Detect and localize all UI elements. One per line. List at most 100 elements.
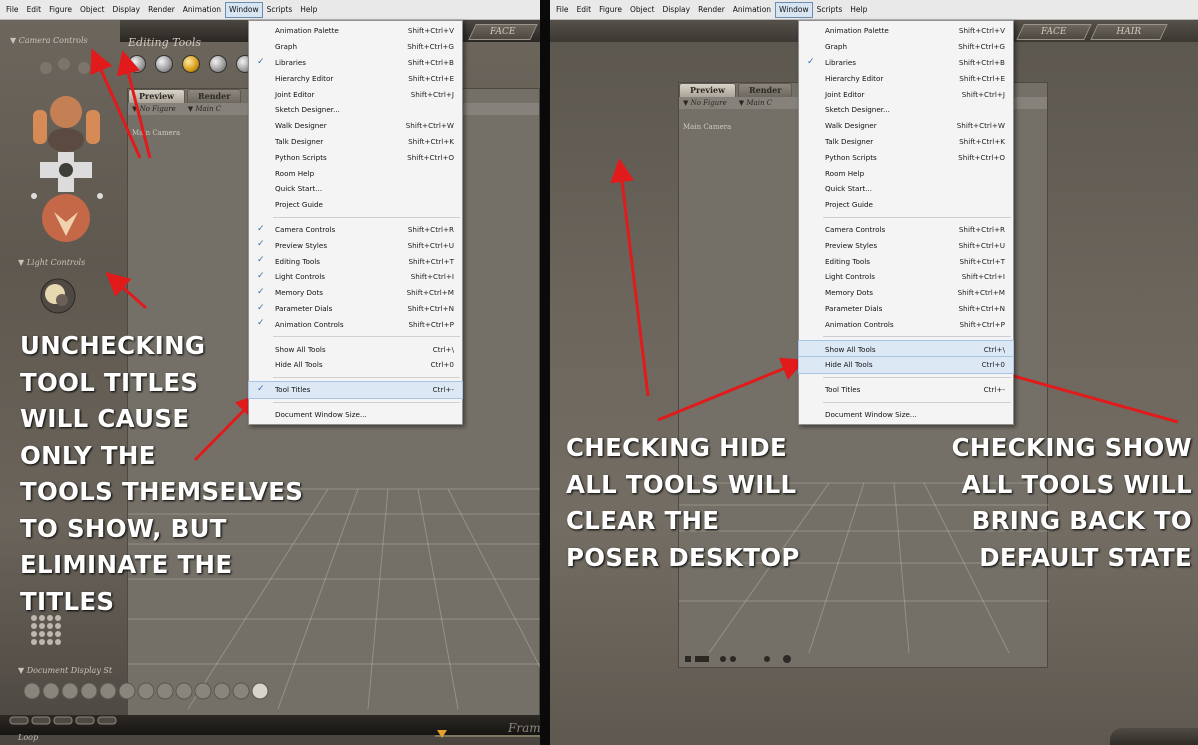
menu-object[interactable]: Object — [626, 0, 658, 20]
menu-edit[interactable]: Edit — [23, 0, 46, 20]
menu-item-hide-all-tools[interactable]: Hide All Tools Ctrl+0 — [249, 357, 462, 373]
menu-render[interactable]: Render — [144, 0, 179, 20]
menu-item-hide-all-tools[interactable]: Hide All Tools Ctrl+0 — [798, 355, 1014, 374]
menu-separator — [273, 401, 460, 403]
menu-edit[interactable]: Edit — [573, 0, 596, 20]
menu-display[interactable]: Display — [658, 0, 694, 20]
menu-figure[interactable]: Figure — [45, 0, 76, 20]
menu-separator — [823, 376, 1011, 378]
menu-item-shortcut: Shift+Ctrl+J — [961, 89, 1005, 99]
menu-item-shortcut: Shift+Ctrl+U — [958, 240, 1005, 250]
menu-item-shortcut: Ctrl+0 — [981, 360, 1005, 370]
menu-item-label: Room Help — [275, 168, 315, 178]
checkmark-icon: ✓ — [257, 383, 265, 394]
menu-item-shortcut: Shift+Ctrl+W — [405, 121, 454, 131]
menu-item-label: Hierarchy Editor — [825, 73, 884, 83]
menu-animation[interactable]: Animation — [179, 0, 225, 20]
menu-item-label: Talk Designer — [825, 136, 874, 146]
menu-item-libraries[interactable]: ✓ Libraries Shift+Ctrl+B — [799, 55, 1013, 71]
menu-item-sketch-designer[interactable]: Sketch Designer... — [799, 102, 1013, 118]
menu-scripts[interactable]: Scripts — [263, 0, 297, 20]
menu-item-label: Joint Editor — [275, 89, 315, 99]
menubar: File Edit Figure Object Display Render Animati… — [0, 0, 540, 20]
checkmark-icon: ✓ — [257, 255, 265, 266]
menu-item-show-all-tools[interactable]: Show All Tools Ctrl+\ — [249, 341, 462, 357]
menu-item-label: Preview Styles — [825, 240, 878, 250]
menu-item-camera-controls[interactable]: Camera Controls Shift+Ctrl+R — [799, 222, 1013, 238]
menu-file[interactable]: File — [2, 0, 23, 20]
menu-item-walk-designer[interactable]: Walk Designer Shift+Ctrl+W — [799, 118, 1013, 134]
menu-item-sketch-designer[interactable]: Sketch Designer... — [249, 102, 462, 118]
corner-control[interactable] — [1110, 728, 1198, 745]
menu-item-editing-tools[interactable]: ✓ Editing Tools Shift+Ctrl+T — [249, 253, 462, 269]
menu-item-python-scripts[interactable]: Python Scripts Shift+Ctrl+O — [249, 149, 462, 165]
menu-item-label: Camera Controls — [275, 224, 336, 234]
menu-figure[interactable]: Figure — [595, 0, 626, 20]
menu-item-shortcut: Shift+Ctrl+K — [959, 136, 1005, 146]
menu-help[interactable]: Help — [296, 0, 321, 20]
menu-item-shortcut: Shift+Ctrl+O — [407, 152, 454, 162]
menu-item-libraries[interactable]: ✓ Libraries Shift+Ctrl+B — [249, 55, 462, 71]
menu-item-label: Editing Tools — [275, 256, 321, 266]
menu-file[interactable]: File — [552, 0, 573, 20]
menu-item-graph[interactable]: Graph Shift+Ctrl+G — [799, 39, 1013, 55]
menu-item-label: Show All Tools — [825, 344, 876, 354]
menu-help[interactable]: Help — [846, 0, 871, 20]
menu-item-preview-styles[interactable]: Preview Styles Shift+Ctrl+U — [799, 237, 1013, 253]
menu-item-shortcut: Shift+Ctrl+K — [408, 136, 454, 146]
menu-item-talk-designer[interactable]: Talk Designer Shift+Ctrl+K — [799, 134, 1013, 150]
menu-item-joint-editor[interactable]: Joint Editor Shift+Ctrl+J — [249, 86, 462, 102]
menu-item-parameter-dials[interactable]: Parameter Dials Shift+Ctrl+N — [799, 301, 1013, 317]
menu-item-label: Parameter Dials — [825, 303, 883, 313]
menu-item-shortcut: Shift+Ctrl+R — [407, 224, 454, 234]
menu-item-hierarchy-editor[interactable]: Hierarchy Editor Shift+Ctrl+E — [799, 70, 1013, 86]
menu-item-quick-start[interactable]: Quick Start... — [799, 181, 1013, 197]
menu-item-project-guide[interactable]: Project Guide — [799, 197, 1013, 213]
menu-item-python-scripts[interactable]: Python Scripts Shift+Ctrl+O — [799, 149, 1013, 165]
menu-item-shortcut: Shift+Ctrl+M — [957, 288, 1005, 298]
menu-item-shortcut: Shift+Ctrl+I — [961, 272, 1005, 282]
menu-item-animation-palette[interactable]: Animation Palette Shift+Ctrl+V — [799, 23, 1013, 39]
menubar: File Edit Figure Object Display Render Animati… — [550, 0, 1198, 20]
menu-item-project-guide[interactable]: Project Guide — [249, 197, 462, 213]
menu-render[interactable]: Render — [694, 0, 729, 20]
menu-item-label: Memory Dots — [275, 288, 324, 298]
checkmark-icon: ✓ — [257, 318, 265, 329]
menu-item-document-window-size[interactable]: Document Window Size... — [799, 407, 1013, 423]
menu-display[interactable]: Display — [108, 0, 144, 20]
menu-item-document-window-size[interactable]: Document Window Size... — [249, 407, 462, 423]
menu-window[interactable]: Window — [225, 1, 263, 18]
menu-item-room-help[interactable]: Room Help — [799, 165, 1013, 181]
menu-object[interactable]: Object — [76, 0, 108, 20]
menu-item-tool-titles[interactable]: Tool Titles Ctrl+- — [799, 382, 1013, 398]
menu-item-tool-titles[interactable]: ✓ Tool Titles Ctrl+- — [248, 380, 463, 399]
menu-item-animation-controls[interactable]: ✓ Animation Controls Shift+Ctrl+P — [249, 316, 462, 332]
menu-item-shortcut: Shift+Ctrl+U — [407, 240, 454, 250]
menu-item-talk-designer[interactable]: Talk Designer Shift+Ctrl+K — [249, 134, 462, 150]
menu-window[interactable]: Window — [775, 1, 813, 18]
menu-item-show-all-tools[interactable]: Show All Tools Ctrl+\ — [798, 340, 1014, 358]
menu-item-shortcut: Shift+Ctrl+T — [408, 256, 454, 266]
menu-separator — [823, 401, 1011, 403]
menu-item-graph[interactable]: Graph Shift+Ctrl+G — [249, 39, 462, 55]
menu-item-shortcut: Shift+Ctrl+O — [958, 152, 1005, 162]
menu-item-joint-editor[interactable]: Joint Editor Shift+Ctrl+J — [799, 86, 1013, 102]
menu-item-label: Camera Controls — [825, 224, 886, 234]
menu-item-label: Document Window Size... — [825, 409, 917, 419]
menu-item-memory-dots[interactable]: ✓ Memory Dots Shift+Ctrl+M — [249, 285, 462, 301]
menu-item-light-controls[interactable]: Light Controls Shift+Ctrl+I — [799, 269, 1013, 285]
menu-item-light-controls[interactable]: ✓ Light Controls Shift+Ctrl+I — [249, 269, 462, 285]
menu-animation[interactable]: Animation — [729, 0, 775, 20]
menu-item-parameter-dials[interactable]: ✓ Parameter Dials Shift+Ctrl+N — [249, 301, 462, 317]
menu-item-camera-controls[interactable]: ✓ Camera Controls Shift+Ctrl+R — [249, 222, 462, 238]
menu-item-preview-styles[interactable]: ✓ Preview Styles Shift+Ctrl+U — [249, 237, 462, 253]
menu-scripts[interactable]: Scripts — [813, 0, 847, 20]
menu-item-walk-designer[interactable]: Walk Designer Shift+Ctrl+W — [249, 118, 462, 134]
menu-item-memory-dots[interactable]: Memory Dots Shift+Ctrl+M — [799, 285, 1013, 301]
menu-item-animation-palette[interactable]: Animation Palette Shift+Ctrl+V — [249, 23, 462, 39]
menu-item-hierarchy-editor[interactable]: Hierarchy Editor Shift+Ctrl+E — [249, 70, 462, 86]
menu-item-room-help[interactable]: Room Help — [249, 165, 462, 181]
menu-item-editing-tools[interactable]: Editing Tools Shift+Ctrl+T — [799, 253, 1013, 269]
menu-item-quick-start[interactable]: Quick Start... — [249, 181, 462, 197]
menu-item-animation-controls[interactable]: Animation Controls Shift+Ctrl+P — [799, 316, 1013, 332]
